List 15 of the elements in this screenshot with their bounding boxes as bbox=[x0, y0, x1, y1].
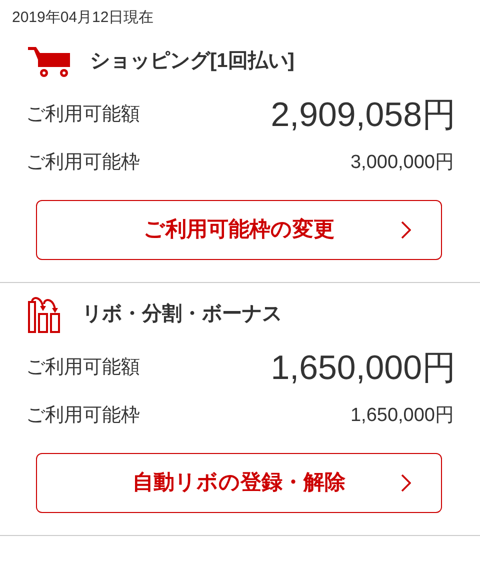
action-button[interactable]: ご利用可能枠の変更 bbox=[36, 200, 442, 260]
limit-label: ご利用可能枠 bbox=[26, 404, 140, 428]
limit-label: ご利用可能枠 bbox=[26, 150, 140, 175]
available-amount: 2,909,058円 bbox=[270, 94, 456, 136]
available-label: ご利用可能額 bbox=[26, 356, 140, 380]
section-title: ショッピング[1回払い] bbox=[90, 49, 294, 74]
chevron-right-icon bbox=[401, 474, 411, 492]
limit-amount: 3,000,000円 bbox=[350, 150, 454, 175]
action-button[interactable]: 自動リボの登録・解除 bbox=[36, 453, 442, 513]
chevron-right-icon bbox=[401, 221, 411, 239]
available-label: ご利用可能額 bbox=[26, 102, 140, 127]
available-amount: 1,650,000円 bbox=[270, 348, 456, 388]
limit-amount: 1,650,000円 bbox=[350, 404, 454, 428]
as-of-date: 2019年04月12日現在 bbox=[11, 8, 155, 28]
section-title: リボ・分割・ボーナス bbox=[82, 302, 282, 327]
